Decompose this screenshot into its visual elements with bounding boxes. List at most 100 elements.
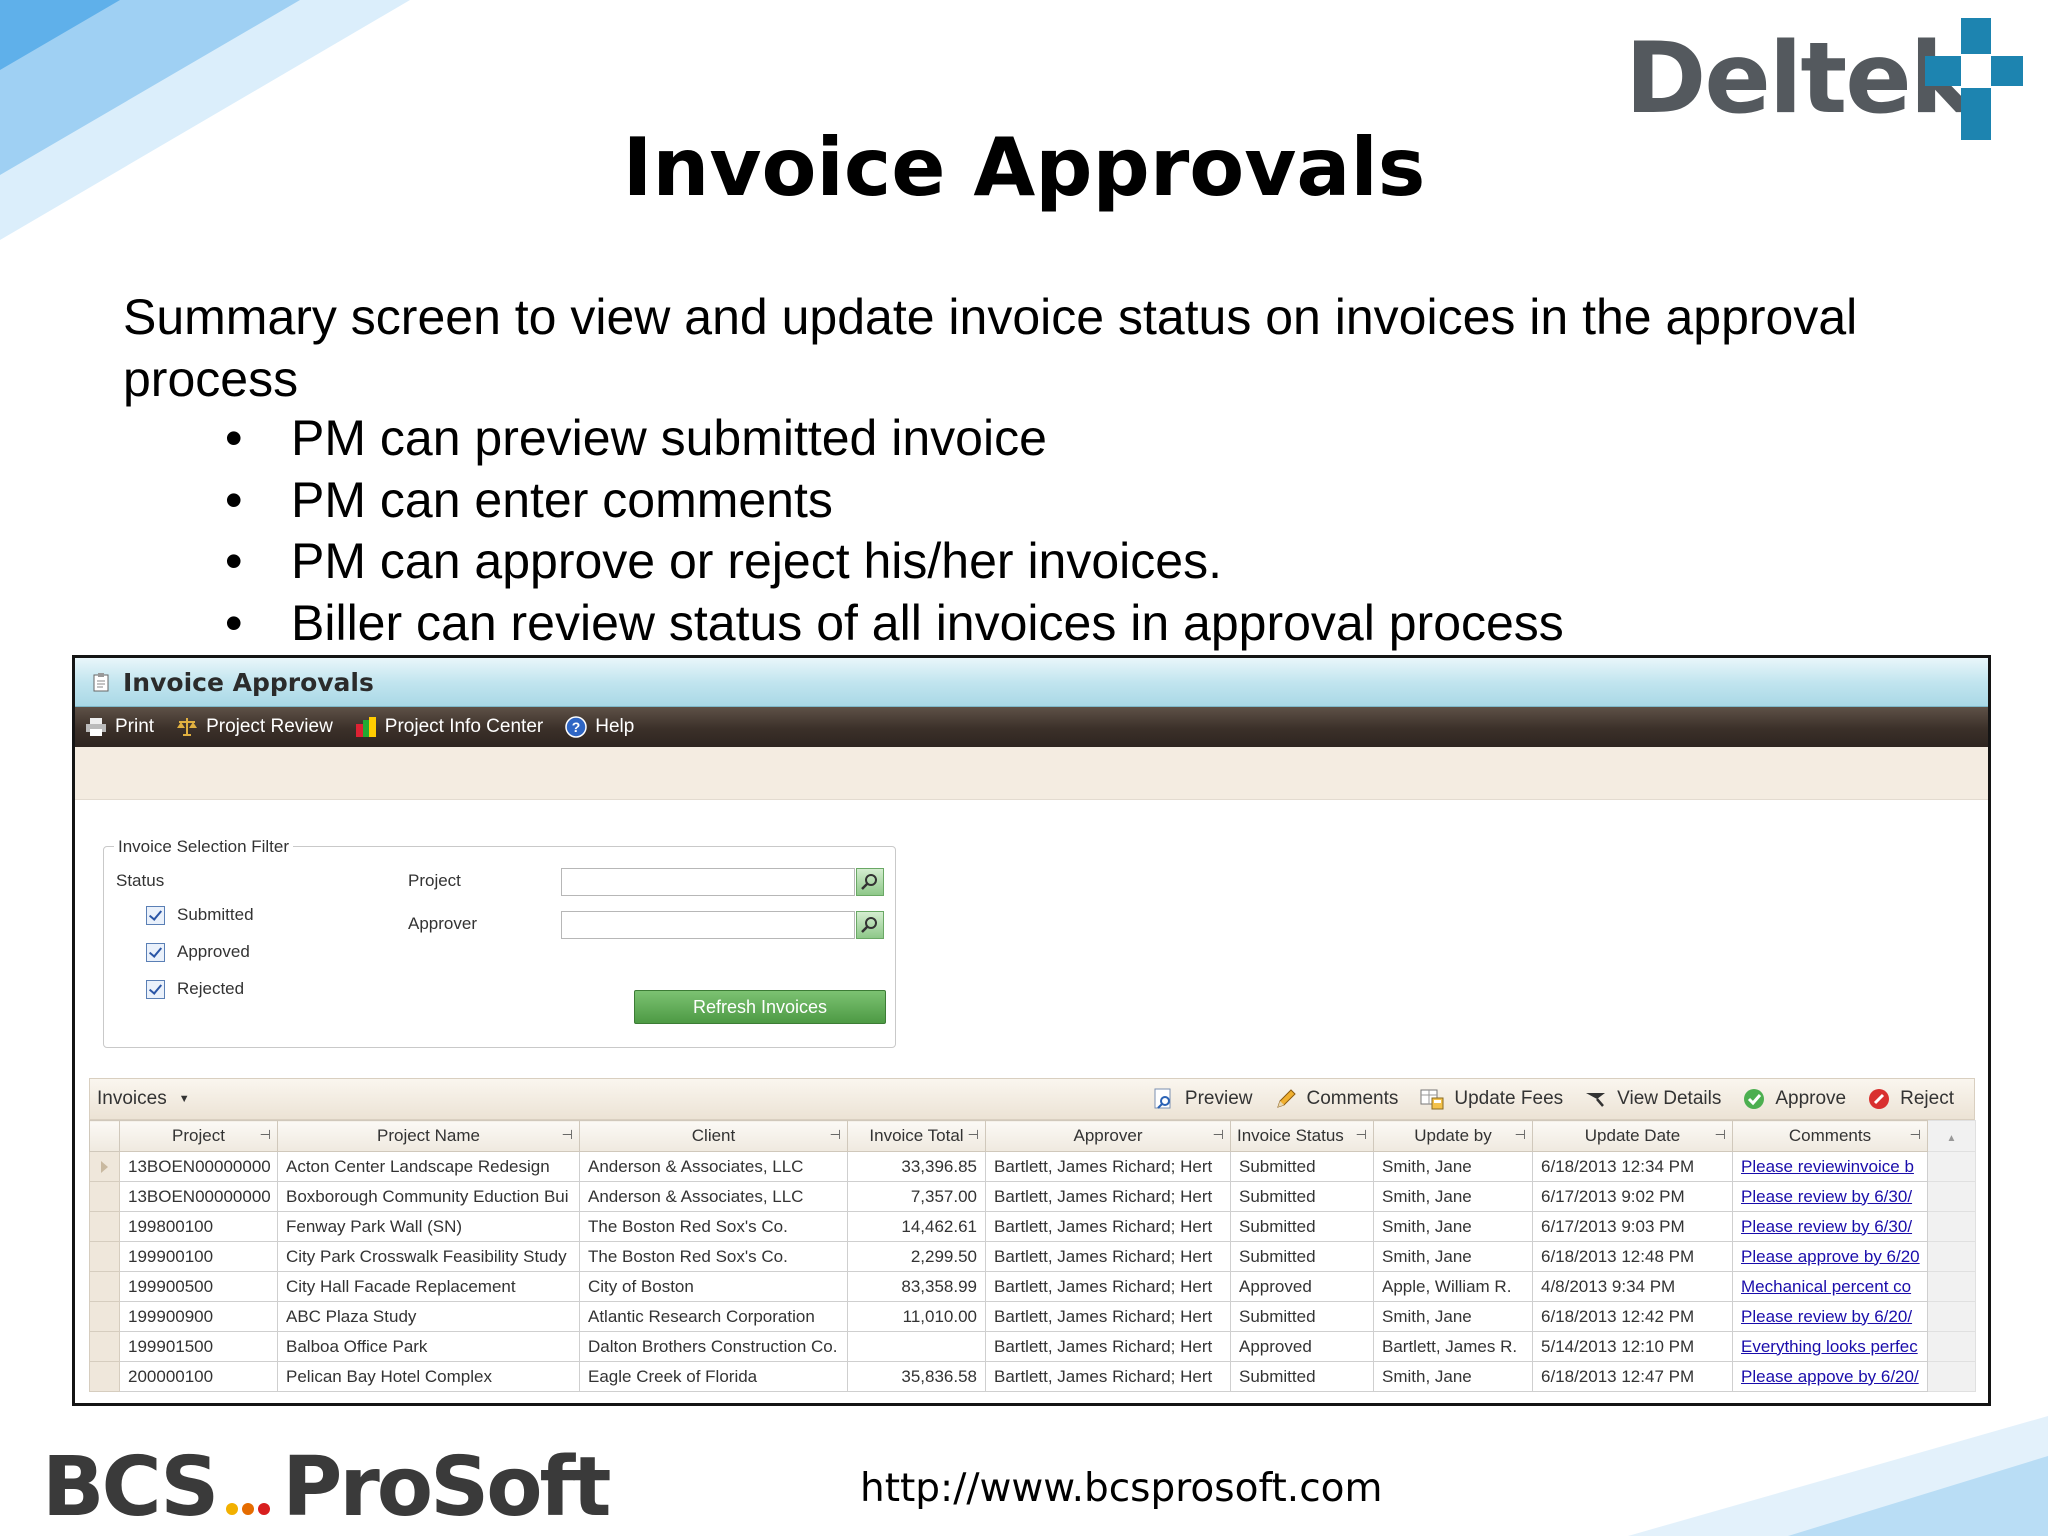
pin-icon[interactable]: ⊣ <box>1213 1127 1224 1143</box>
pin-icon[interactable]: ⊣ <box>260 1127 271 1143</box>
scrollbar-track[interactable] <box>1927 1271 1976 1302</box>
bcs-prosoft-logo: BCS ProSoft <box>42 1440 611 1535</box>
comment-link[interactable]: Please review by 6/30/ <box>1741 1217 1912 1236</box>
cell-project: 199800100 <box>119 1211 278 1242</box>
column-header-invoice-status[interactable]: Invoice Status ⊣ <box>1230 1120 1374 1152</box>
project-review-button[interactable]: Project Review <box>176 716 333 738</box>
cell-update-by: Apple, William R. <box>1373 1271 1533 1302</box>
column-header-invoice-total[interactable]: Invoice Total ⊣ <box>847 1120 986 1152</box>
project-input[interactable] <box>561 868 855 896</box>
pin-icon[interactable]: ⊣ <box>1715 1127 1726 1143</box>
scrollbar-track[interactable] <box>1927 1331 1976 1362</box>
cell-approver: Bartlett, James Richard; Hert <box>985 1361 1231 1392</box>
invoices-grid: Project ⊣ Project Name ⊣ Client ⊣ Invoice T… <box>89 1120 1976 1392</box>
cell-comments: Mechanical percent co <box>1732 1271 1928 1302</box>
table-row[interactable]: 199900900 ABC Plaza Study Atlantic Researc… <box>89 1301 1976 1332</box>
checkmark-icon <box>1744 1089 1765 1109</box>
comment-link[interactable]: Please appove by 6/20/ <box>1741 1367 1919 1386</box>
scales-icon <box>177 718 198 736</box>
approver-input[interactable] <box>561 911 855 939</box>
scrollbar-track[interactable] <box>1927 1301 1976 1332</box>
bullet-text: PM can approve or reject his/her invoice… <box>291 533 1222 589</box>
scrollbar-track[interactable] <box>1927 1211 1976 1242</box>
column-header-project-name[interactable]: Project Name ⊣ <box>277 1120 580 1152</box>
column-header-project[interactable]: Project ⊣ <box>119 1120 278 1152</box>
table-row[interactable]: 199900100 City Park Crosswalk Feasibility… <box>89 1241 1976 1272</box>
table-row[interactable]: 200000100 Pelican Bay Hotel Complex Eagle … <box>89 1361 1976 1392</box>
preview-icon <box>1154 1088 1171 1109</box>
comment-link[interactable]: Please review by 6/30/ <box>1741 1187 1912 1206</box>
pin-icon[interactable]: ⊣ <box>562 1127 573 1143</box>
comment-link[interactable]: Mechanical percent co <box>1741 1277 1911 1296</box>
approve-button[interactable]: Approve <box>1743 1088 1846 1110</box>
scrollbar-track[interactable] <box>1927 1361 1976 1392</box>
refresh-invoices-button[interactable]: Refresh Invoices <box>634 990 886 1024</box>
view-details-label: View Details <box>1617 1088 1722 1109</box>
magnifier-icon <box>861 917 877 933</box>
column-header-comments[interactable]: Comments ⊣ <box>1732 1120 1928 1152</box>
approver-lookup-button[interactable] <box>856 911 884 939</box>
status-approved-checkbox[interactable]: Approved <box>146 942 250 962</box>
comment-link[interactable]: Please reviewinvoice b <box>1741 1157 1914 1176</box>
cell-approver: Bartlett, James Richard; Hert <box>985 1301 1231 1332</box>
status-rejected-checkbox[interactable]: Rejected <box>146 979 244 999</box>
row-selector[interactable] <box>89 1211 120 1242</box>
table-row[interactable]: 13BOEN00000000 Boxborough Community Educt… <box>89 1181 1976 1212</box>
table-row[interactable]: 13BOEN00000000 Acton Center Landscape Red… <box>89 1151 1976 1182</box>
grid-header-row: Project ⊣ Project Name ⊣ Client ⊣ Invoice T… <box>89 1120 1976 1152</box>
print-button[interactable]: Print <box>85 716 154 738</box>
pin-icon[interactable]: ⊣ <box>1515 1127 1526 1143</box>
table-row[interactable]: 199800100 Fenway Park Wall (SN) The Boston… <box>89 1211 1976 1242</box>
pin-icon[interactable]: ⊣ <box>830 1127 841 1143</box>
update-fees-button[interactable]: Update Fees <box>1420 1088 1563 1110</box>
cell-update-by: Smith, Jane <box>1373 1241 1533 1272</box>
scrollbar-up-button[interactable]: ▲ <box>1927 1120 1976 1152</box>
pin-icon[interactable]: ⊣ <box>968 1127 979 1143</box>
pin-icon[interactable]: ⊣ <box>1356 1127 1367 1143</box>
cell-invoice-total: 33,396.85 <box>847 1151 986 1182</box>
print-label: Print <box>115 716 155 737</box>
row-selector[interactable] <box>89 1151 120 1182</box>
pin-icon[interactable]: ⊣ <box>1910 1127 1921 1143</box>
scroll-up-icon: ▲ <box>1946 1133 1957 1144</box>
cell-update-by: Smith, Jane <box>1373 1151 1533 1182</box>
help-button[interactable]: ? Help <box>565 716 634 738</box>
cell-client: Anderson & Associates, LLC <box>579 1181 848 1212</box>
row-selector[interactable] <box>89 1361 120 1392</box>
row-selector[interactable] <box>89 1241 120 1272</box>
table-row[interactable]: 199901500 Balboa Office Park Dalton Brothe… <box>89 1331 1976 1362</box>
cell-invoice-status: Submitted <box>1230 1181 1374 1212</box>
row-selector[interactable] <box>89 1331 120 1362</box>
cell-comments: Please approve by 6/20 <box>1732 1241 1928 1272</box>
reject-label: Reject <box>1900 1088 1954 1109</box>
cell-invoice-status: Submitted <box>1230 1151 1374 1182</box>
row-selector[interactable] <box>89 1271 120 1302</box>
project-info-center-button[interactable]: Project Info Center <box>355 716 543 738</box>
comments-button[interactable]: Comments <box>1275 1088 1398 1110</box>
column-header-update-date[interactable]: Update Date ⊣ <box>1532 1120 1733 1152</box>
scrollbar-track[interactable] <box>1927 1241 1976 1272</box>
comment-link[interactable]: Please approve by 6/20 <box>1741 1247 1920 1266</box>
row-selector[interactable] <box>89 1181 120 1212</box>
window-title: Invoice Approvals <box>123 667 374 697</box>
project-label: Project <box>408 871 461 890</box>
invoices-menu[interactable]: Invoices ▼ <box>97 1088 190 1110</box>
comment-link[interactable]: Please review by 6/20/ <box>1741 1307 1912 1326</box>
reject-button[interactable]: Reject <box>1868 1088 1954 1110</box>
cell-project: 13BOEN00000000 <box>119 1181 278 1212</box>
scrollbar-track[interactable] <box>1927 1181 1976 1212</box>
comment-link[interactable]: Everything looks perfec <box>1741 1337 1918 1356</box>
preview-button[interactable]: Preview <box>1153 1088 1253 1110</box>
checkbox-checked-icon <box>146 979 165 999</box>
table-row[interactable]: 199900500 City Hall Facade Replacement Cit… <box>89 1271 1976 1302</box>
row-selector[interactable] <box>89 1301 120 1332</box>
column-header-client[interactable]: Client ⊣ <box>579 1120 848 1152</box>
status-submitted-checkbox[interactable]: Submitted <box>146 905 254 925</box>
scrollbar-track[interactable] <box>1927 1151 1976 1182</box>
project-lookup-button[interactable] <box>856 868 884 896</box>
view-details-button[interactable]: View Details <box>1585 1088 1721 1110</box>
cell-project-name: City Park Crosswalk Feasibility Study <box>277 1241 580 1272</box>
cell-invoice-total <box>847 1331 986 1362</box>
column-header-update-by[interactable]: Update by ⊣ <box>1373 1120 1533 1152</box>
column-header-approver[interactable]: Approver ⊣ <box>985 1120 1231 1152</box>
